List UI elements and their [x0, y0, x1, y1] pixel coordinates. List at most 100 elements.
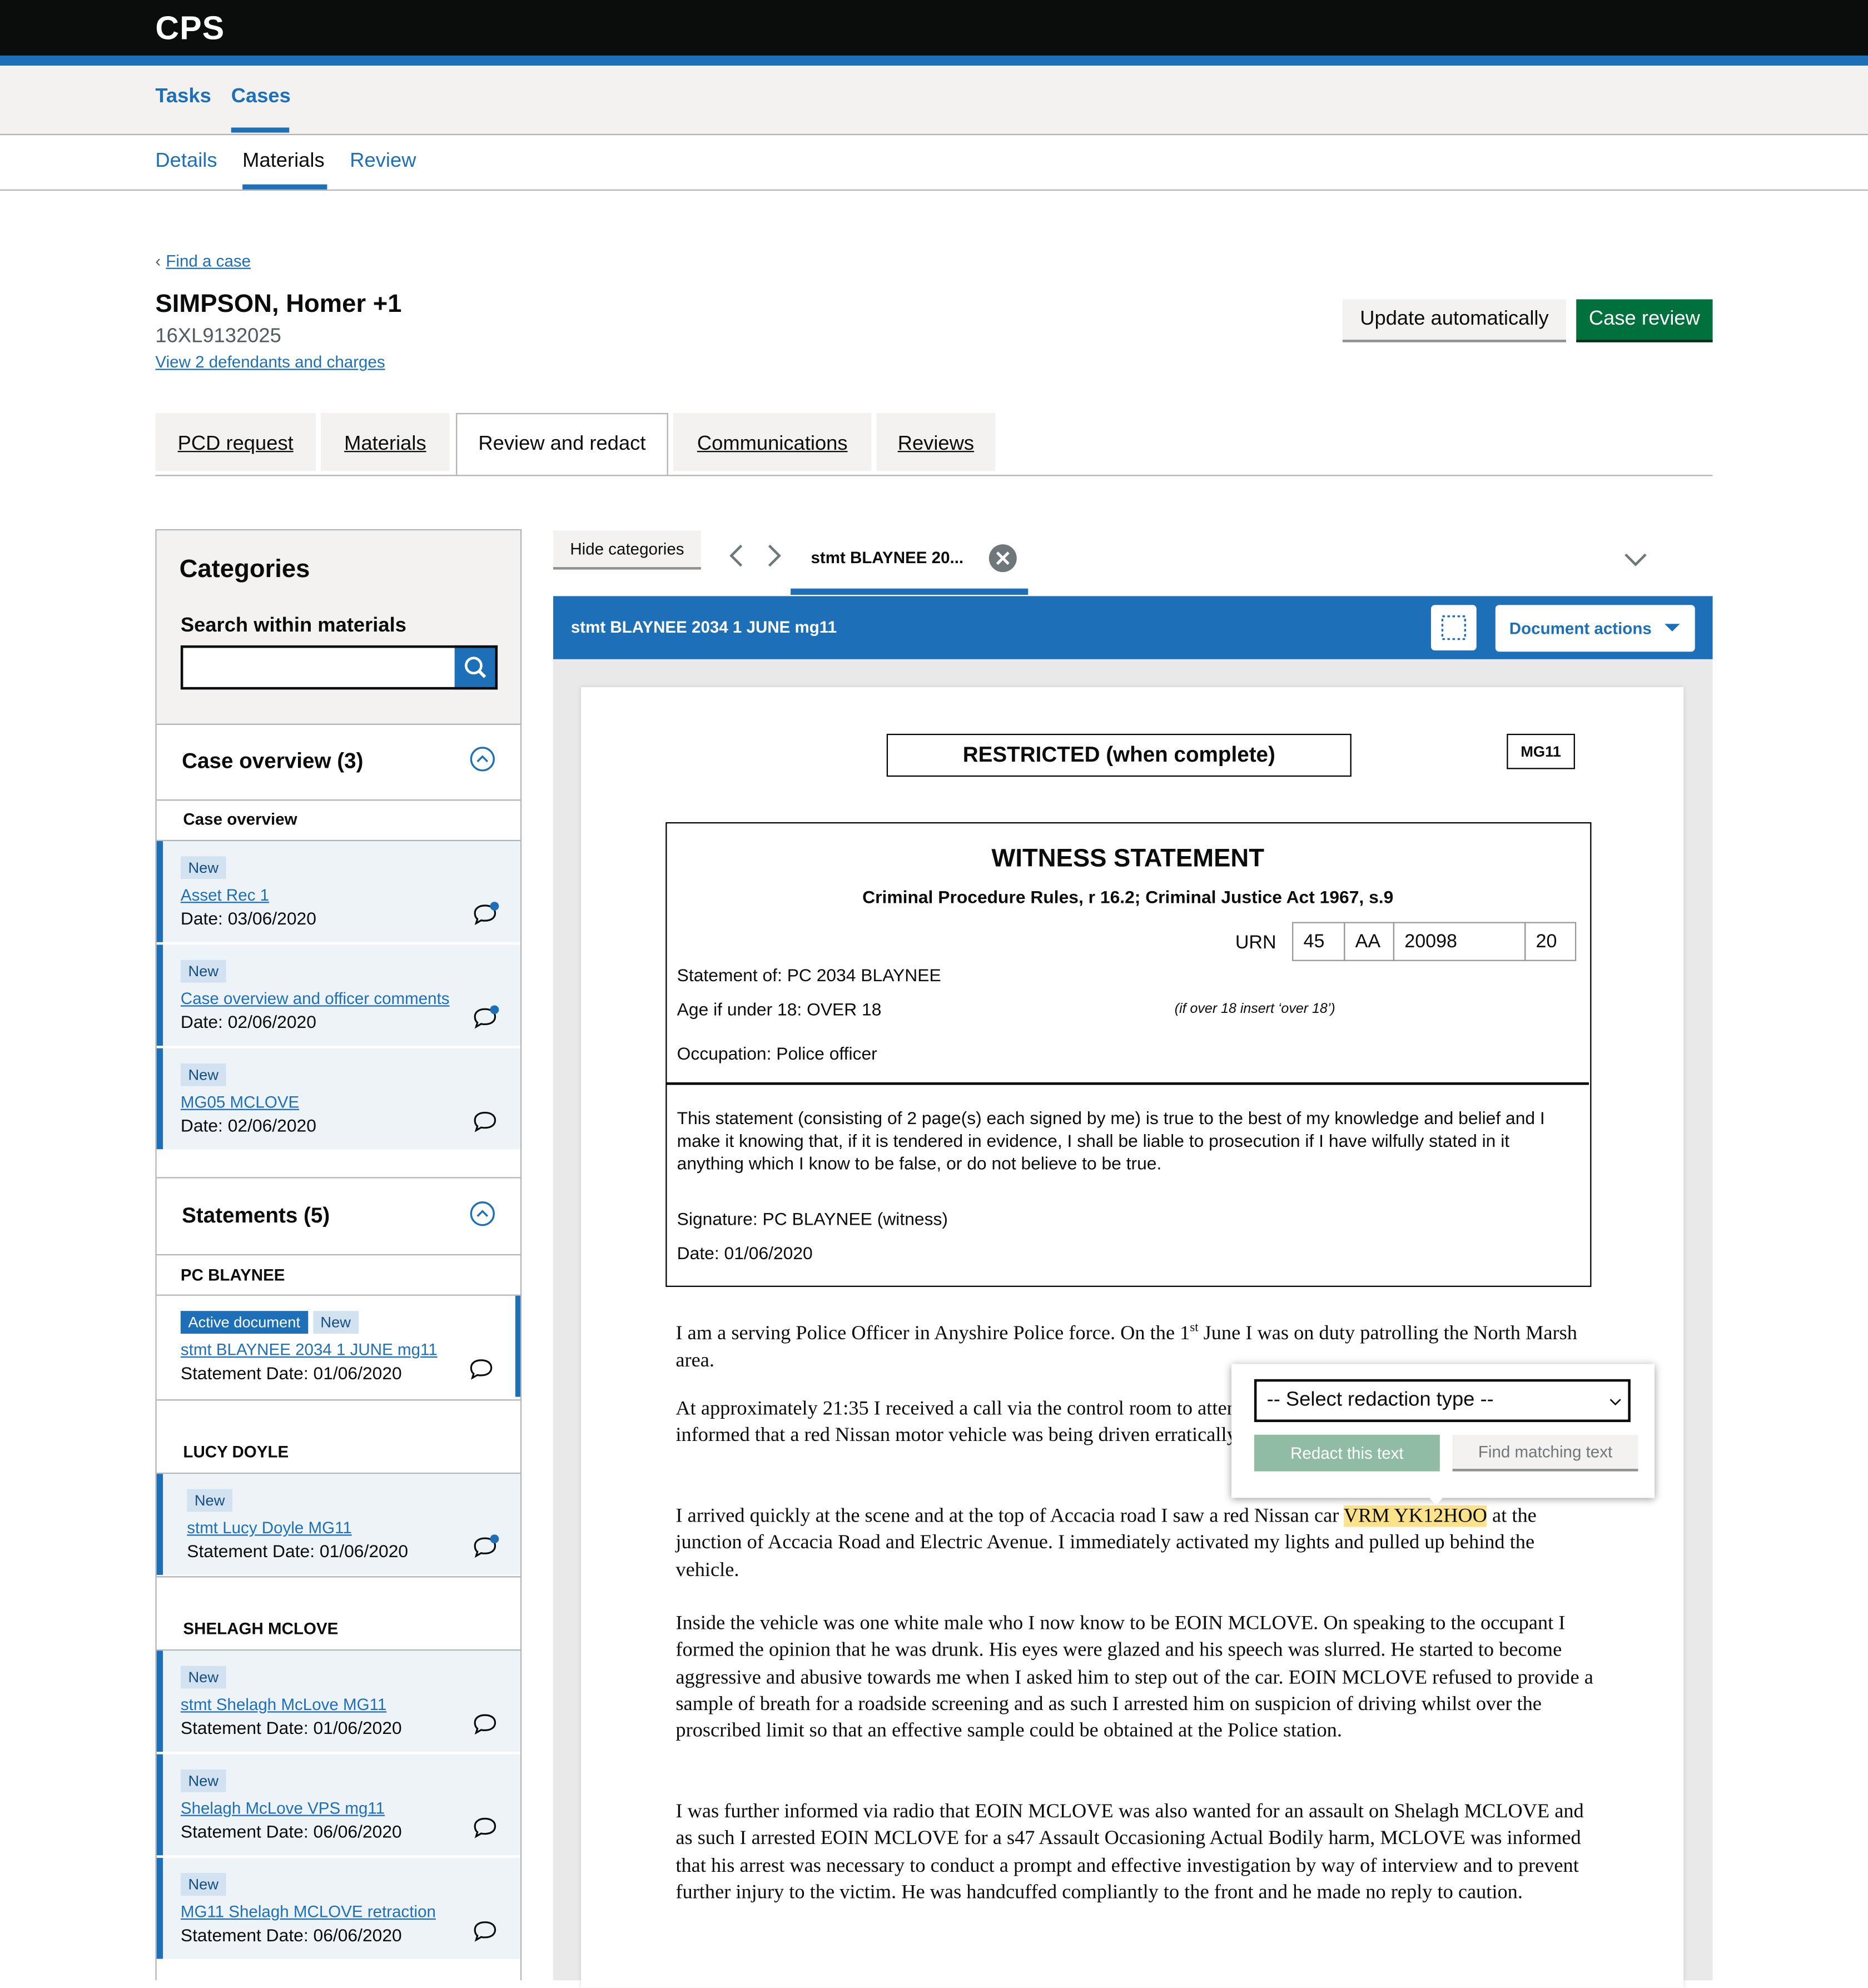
document-link[interactable]: MG11 Shelagh MCLOVE retraction	[181, 1902, 436, 1921]
list-item[interactable]: New Shelagh McLove VPS mg11 Statement Da…	[156, 1754, 520, 1856]
nav-materials[interactable]: Materials	[242, 150, 324, 173]
document-page[interactable]: RESTRICTED (when complete) MG11 WITNESS …	[581, 687, 1684, 1988]
app-header: CPS	[0, 0, 1868, 56]
active-document-badge: Active document	[180, 1311, 308, 1334]
age: Age if under 18: OVER 18	[677, 998, 882, 1020]
statement-subheading: Criminal Procedure Rules, r 16.2; Crimin…	[862, 886, 1394, 907]
nav-tasks[interactable]: Tasks	[155, 86, 211, 108]
document-actions-button[interactable]: Document actions	[1495, 605, 1695, 652]
witness-statement-box: WITNESS STATEMENT Criminal Procedure Rul…	[665, 822, 1592, 1287]
search-input[interactable]	[180, 645, 458, 690]
section-title: Case overview (3)	[182, 749, 364, 773]
section-case-overview[interactable]: Case overview (3)	[156, 724, 520, 801]
document-viewer[interactable]: RESTRICTED (when complete) MG11 WITNESS …	[553, 659, 1713, 1988]
area-select-icon	[1441, 615, 1466, 640]
primary-nav: Tasks Cases	[0, 66, 1868, 136]
new-badge: New	[187, 1489, 233, 1512]
comment-icon[interactable]	[469, 1356, 496, 1381]
find-matching-text-button[interactable]: Find matching text	[1452, 1434, 1638, 1472]
chevron-down-icon[interactable]	[1622, 548, 1650, 571]
case-review-button[interactable]: Case review	[1576, 299, 1713, 342]
group-heading: PC BLAYNEE	[180, 1265, 285, 1285]
section-statements[interactable]: Statements (5)	[156, 1179, 520, 1256]
nav-details[interactable]: Details	[155, 150, 217, 173]
paragraph-text: I arrived quickly at the scene and at th…	[675, 1505, 1344, 1527]
statement-paragraph[interactable]: I arrived quickly at the scene and at th…	[675, 1503, 1597, 1583]
hide-categories-button[interactable]: Hide categories	[553, 530, 701, 570]
redact-text-button[interactable]: Redact this text	[1254, 1434, 1440, 1472]
document-link[interactable]: Case overview and officer comments	[181, 989, 450, 1008]
document-link[interactable]: Asset Rec 1	[181, 886, 269, 904]
document-link[interactable]: stmt Lucy Doyle MG11	[187, 1518, 352, 1537]
comment-new-icon[interactable]	[473, 1005, 500, 1030]
area-select-button[interactable]	[1430, 605, 1477, 650]
update-automatically-button[interactable]: Update automatically	[1342, 299, 1567, 342]
list-item[interactable]: New Asset Rec 1 Date: 03/06/2020	[156, 841, 520, 942]
tab-pcd-request[interactable]: PCD request	[155, 412, 316, 471]
nav-cases[interactable]: Cases	[231, 86, 291, 108]
selected-text-highlight[interactable]: VRM YK12HOO	[1343, 1505, 1487, 1527]
statement-date: Date: 01/06/2020	[677, 1242, 813, 1263]
comment-new-icon[interactable]	[473, 1534, 500, 1559]
close-tab-icon[interactable]	[988, 543, 1019, 574]
open-document-tab-label: stmt BLAYNEE 20...	[811, 548, 964, 568]
view-defendants-link[interactable]: View 2 defendants and charges	[155, 352, 385, 371]
search-icon	[465, 657, 486, 678]
chevron-up-circle-icon[interactable]	[470, 1201, 495, 1226]
sidebar-title: Categories	[179, 555, 310, 584]
brand-logo[interactable]: CPS	[155, 9, 225, 48]
document-link[interactable]: Shelagh McLove VPS mg11	[181, 1798, 385, 1817]
urn-part: AA	[1344, 922, 1395, 961]
document-date: Statement Date: 06/06/2020	[180, 1821, 402, 1842]
search-button[interactable]	[454, 645, 498, 690]
comment-icon[interactable]	[473, 1919, 500, 1944]
chevron-up-circle-icon[interactable]	[470, 747, 495, 772]
divider	[156, 1576, 520, 1578]
breadcrumb: ‹ Find a case	[155, 251, 251, 270]
list-item[interactable]: New MG11 Shelagh MCLOVE retraction State…	[156, 1857, 520, 1959]
new-badge: New	[180, 856, 226, 879]
comment-new-icon[interactable]	[473, 902, 500, 927]
urn-part: 20098	[1393, 922, 1526, 961]
nav-cases-indicator	[231, 127, 290, 133]
new-badge: New	[180, 1873, 226, 1896]
list-item-active[interactable]: Active document New stmt BLAYNEE 2034 1 J…	[156, 1295, 520, 1397]
document-link[interactable]: MG05 MCLOVE	[181, 1092, 299, 1111]
chevron-left-icon: ‹	[155, 251, 161, 271]
secondary-nav: Details Materials Review	[0, 134, 1868, 191]
section-gap	[156, 1149, 520, 1179]
statement-paragraph[interactable]: I was further informed via radio that EO…	[675, 1798, 1597, 1906]
open-document-tab[interactable]: stmt BLAYNEE 20...	[791, 538, 1029, 595]
tab-materials[interactable]: Materials	[321, 412, 450, 471]
tab-review-and-redact[interactable]: Review and redact	[456, 412, 668, 476]
group-heading: LUCY DOYLE	[183, 1442, 289, 1462]
form-code: MG11	[1507, 733, 1575, 769]
list-item[interactable]: New Case overview and officer comments D…	[156, 945, 520, 1046]
document-link[interactable]: stmt BLAYNEE 2034 1 JUNE mg11	[181, 1340, 438, 1359]
list-item[interactable]: New stmt Lucy Doyle MG11 Statement Date:…	[156, 1474, 520, 1575]
document-link[interactable]: stmt Shelagh McLove MG11	[181, 1695, 386, 1714]
statement-heading: WITNESS STATEMENT	[991, 844, 1264, 873]
list-item[interactable]: New stmt Shelagh McLove MG11 Statement D…	[156, 1651, 520, 1752]
comment-icon[interactable]	[473, 1815, 500, 1840]
new-badge: New	[180, 1666, 226, 1689]
document-date: Statement Date: 06/06/2020	[180, 1925, 402, 1945]
chevron-right-icon[interactable]	[761, 540, 786, 571]
nav-review[interactable]: Review	[350, 150, 416, 173]
new-badge: New	[180, 1063, 226, 1086]
redaction-type-select[interactable]: -- Select redaction type --	[1254, 1379, 1631, 1423]
list-item[interactable]: New MG05 MCLOVE Date: 02/06/2020	[156, 1048, 520, 1150]
tab-communications[interactable]: Communications	[673, 412, 872, 471]
comment-icon[interactable]	[473, 1711, 500, 1736]
document-date: Statement Date: 01/06/2020	[180, 1717, 402, 1738]
new-badge: New	[180, 1769, 226, 1792]
age-hint: (if over 18 insert ‘over 18’)	[1174, 1001, 1335, 1017]
tab-active-indicator	[791, 588, 1029, 595]
chevron-left-icon[interactable]	[725, 540, 750, 571]
statement-paragraph[interactable]: Inside the vehicle was one white male wh…	[675, 1611, 1597, 1745]
tab-reviews[interactable]: Reviews	[876, 412, 996, 471]
find-a-case-link[interactable]: Find a case	[166, 251, 251, 270]
document-toolbar: stmt BLAYNEE 2034 1 JUNE mg11 Document a…	[553, 596, 1713, 659]
search-label: Search within materials	[180, 615, 406, 637]
comment-icon[interactable]	[473, 1109, 500, 1134]
